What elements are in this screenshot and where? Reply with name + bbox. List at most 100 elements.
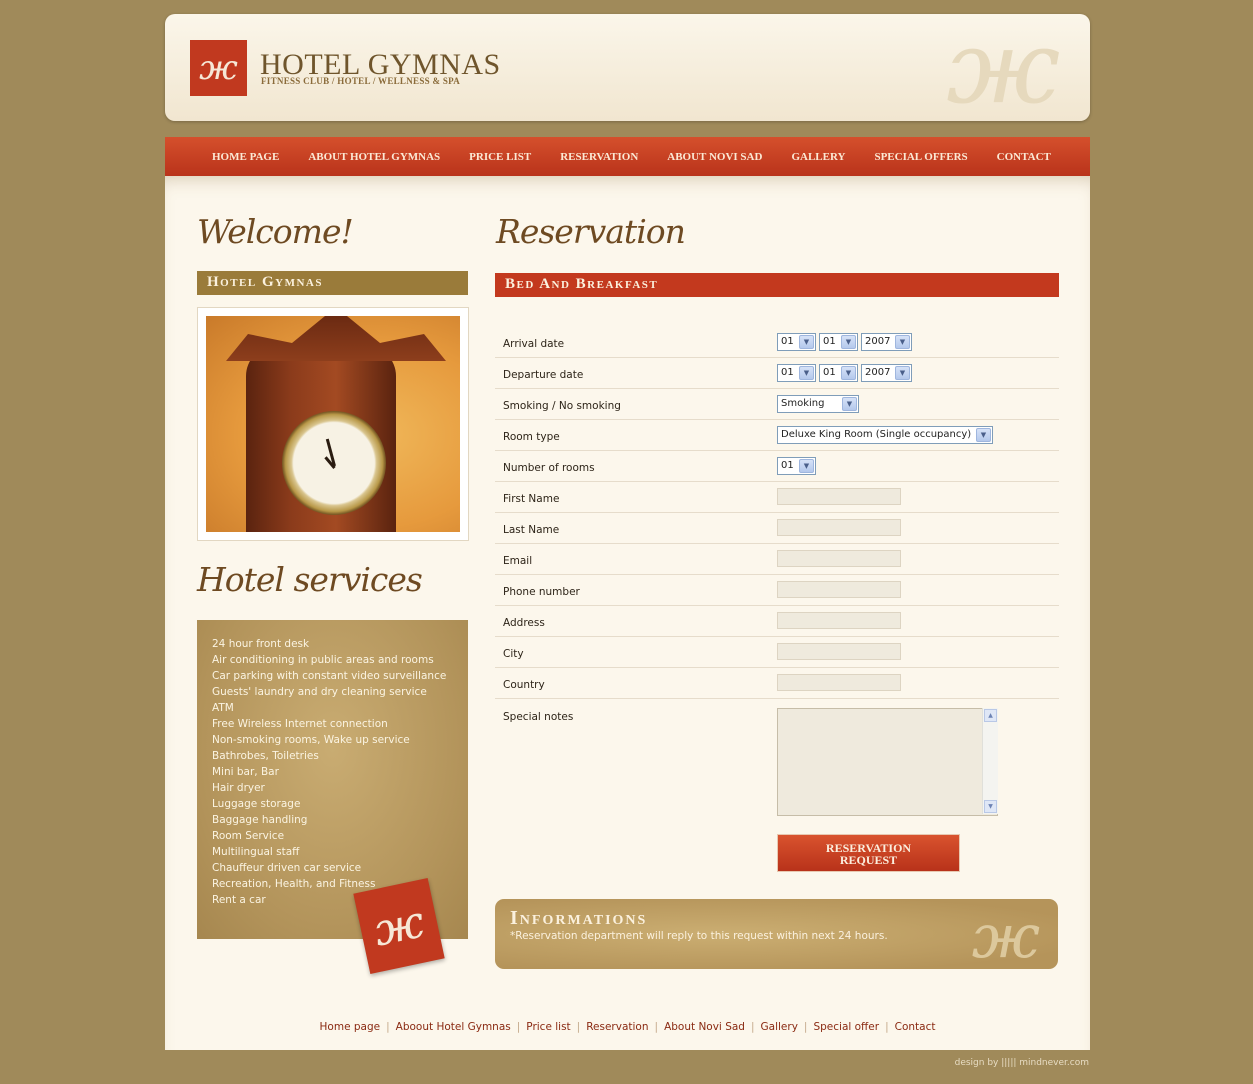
last-name-label: Last Name	[503, 524, 560, 536]
footer-link-contact[interactable]: Contact	[895, 1021, 936, 1033]
list-item: Car parking with constant video surveill…	[212, 670, 447, 682]
rooms-select[interactable]: 01 ▼	[777, 457, 816, 475]
email-field[interactable]	[777, 550, 901, 567]
country-label: Country	[503, 679, 545, 691]
arrival-day-select[interactable]: 01 ▼	[777, 333, 816, 351]
last-name-row: Last Name	[495, 513, 1059, 544]
room-type-select[interactable]: Deluxe King Room (Single occupancy) ▼	[777, 426, 993, 444]
chevron-down-icon[interactable]: ▼	[842, 397, 857, 411]
nav-gallery[interactable]: GALLERY	[791, 151, 845, 163]
chevron-down-icon[interactable]: ▼	[984, 800, 997, 813]
chevron-down-icon[interactable]: ▼	[895, 335, 910, 349]
notes-scrollbar-wrap: ▲ ▼	[777, 708, 998, 816]
chevron-down-icon[interactable]: ▼	[799, 459, 814, 473]
city-row: City	[495, 637, 1059, 668]
reservation-heading: Reservation	[496, 212, 686, 251]
address-field[interactable]	[777, 612, 901, 629]
design-credit[interactable]: design by ||||| mindnever.com	[955, 1058, 1089, 1068]
chevron-down-icon[interactable]: ▼	[841, 335, 856, 349]
list-item: Mini bar, Bar	[212, 766, 279, 778]
select-value: 01	[823, 336, 836, 347]
nav-special-offers[interactable]: SPECIAL OFFERS	[874, 151, 967, 163]
nav-home[interactable]: HOME PAGE	[212, 151, 279, 163]
departure-year-select[interactable]: 2007 ▼	[861, 364, 912, 382]
welcome-heading: Welcome!	[197, 212, 354, 251]
list-item: Air conditioning in public areas and roo…	[212, 654, 434, 666]
footer-link-home[interactable]: Home page	[320, 1021, 381, 1033]
list-item: Bathrobes, Toiletries	[212, 750, 319, 762]
footer-link-price-list[interactable]: Price list	[526, 1021, 570, 1033]
phone-label: Phone number	[503, 586, 580, 598]
arrival-label: Arrival date	[503, 338, 565, 350]
scrollbar[interactable]: ▲ ▼	[982, 708, 998, 814]
last-name-field[interactable]	[777, 519, 901, 536]
arrival-month-select[interactable]: 01 ▼	[819, 333, 858, 351]
form-title-bar: Bed And Breakfast	[495, 273, 1059, 297]
nav-about-hotel[interactable]: ABOUT HOTEL GYMNAS	[308, 151, 440, 163]
chevron-down-icon[interactable]: ▼	[895, 366, 910, 380]
list-item: Chauffeur driven car service	[212, 862, 362, 874]
departure-row: Departure date 01 ▼ 01 ▼ 2007 ▼	[495, 358, 1059, 389]
reservation-request-button[interactable]: RESERVATION REQUEST	[777, 834, 960, 872]
list-item: Luggage storage	[212, 798, 301, 810]
hotel-photo	[197, 307, 469, 541]
country-field[interactable]	[777, 674, 901, 691]
clock-crown	[226, 316, 446, 361]
footer-link-reservation[interactable]: Reservation	[586, 1021, 648, 1033]
footer-link-about-hotel[interactable]: Aboout Hotel Gymnas	[396, 1021, 511, 1033]
ornament-icon: ж	[971, 902, 1040, 972]
arrival-year-select[interactable]: 2007 ▼	[861, 333, 912, 351]
select-value: 2007	[865, 336, 891, 347]
smoking-row: Smoking / No smoking Smoking ▼	[495, 389, 1059, 420]
nav-price-list[interactable]: PRICE LIST	[469, 151, 531, 163]
logo-icon[interactable]: ж	[190, 40, 247, 96]
room-type-label: Room type	[503, 431, 560, 443]
logo-subtitle: FITNESS CLUB / HOTEL / WELLNESS & SPA	[261, 76, 461, 86]
chevron-down-icon[interactable]: ▼	[799, 335, 814, 349]
footer-link-gallery[interactable]: Gallery	[761, 1021, 798, 1033]
separator: |	[803, 1021, 808, 1033]
chevron-down-icon[interactable]: ▼	[799, 366, 814, 380]
main-content: Welcome! Hotel Gymnas Hotel services 24 …	[165, 176, 1090, 1050]
phone-field[interactable]	[777, 581, 901, 598]
select-value: 01	[781, 460, 794, 471]
info-panel: Informations *Reservation department wil…	[495, 899, 1058, 969]
list-item: Hair dryer	[212, 782, 265, 794]
arrival-row: Arrival date 01 ▼ 01 ▼ 2007 ▼	[495, 327, 1059, 358]
ornament-icon: ж	[946, 14, 1060, 121]
nav-contact[interactable]: CONTACT	[997, 151, 1051, 163]
first-name-row: First Name	[495, 482, 1059, 513]
button-label-line2: REQUEST	[839, 853, 898, 867]
chevron-down-icon[interactable]: ▼	[841, 366, 856, 380]
smoking-select[interactable]: Smoking ▼	[777, 395, 859, 413]
separator: |	[750, 1021, 755, 1033]
list-item: ATM	[212, 702, 234, 714]
nav-about-novi-sad[interactable]: ABOUT NOVI SAD	[667, 151, 762, 163]
rooms-label: Number of rooms	[503, 462, 595, 474]
first-name-field[interactable]	[777, 488, 901, 505]
room-type-row: Room type Deluxe King Room (Single occup…	[495, 420, 1059, 451]
main-nav: HOME PAGE ABOUT HOTEL GYMNAS PRICE LIST …	[165, 137, 1090, 176]
address-row: Address	[495, 606, 1059, 637]
nav-reservation[interactable]: RESERVATION	[560, 151, 638, 163]
select-value: 01	[781, 367, 794, 378]
footer-link-about-novi-sad[interactable]: About Novi Sad	[664, 1021, 745, 1033]
departure-month-select[interactable]: 01 ▼	[819, 364, 858, 382]
email-row: Email	[495, 544, 1059, 575]
rooms-row: Number of rooms 01 ▼	[495, 451, 1059, 482]
first-name-label: First Name	[503, 493, 560, 505]
chevron-up-icon[interactable]: ▲	[984, 709, 997, 722]
list-item: Free Wireless Internet connection	[212, 718, 388, 730]
chevron-down-icon[interactable]: ▼	[976, 428, 991, 442]
departure-label: Departure date	[503, 369, 584, 381]
footer-link-special-offer[interactable]: Special offer	[813, 1021, 879, 1033]
separator: |	[386, 1021, 390, 1033]
departure-day-select[interactable]: 01 ▼	[777, 364, 816, 382]
site-header: ж HOTEL GYMNAS FITNESS CLUB / HOTEL / WE…	[165, 14, 1090, 121]
email-label: Email	[503, 555, 533, 567]
services-heading: Hotel services	[197, 560, 423, 599]
list-item: Baggage handling	[212, 814, 308, 826]
phone-row: Phone number	[495, 575, 1059, 606]
city-field[interactable]	[777, 643, 901, 660]
city-label: City	[503, 648, 524, 660]
